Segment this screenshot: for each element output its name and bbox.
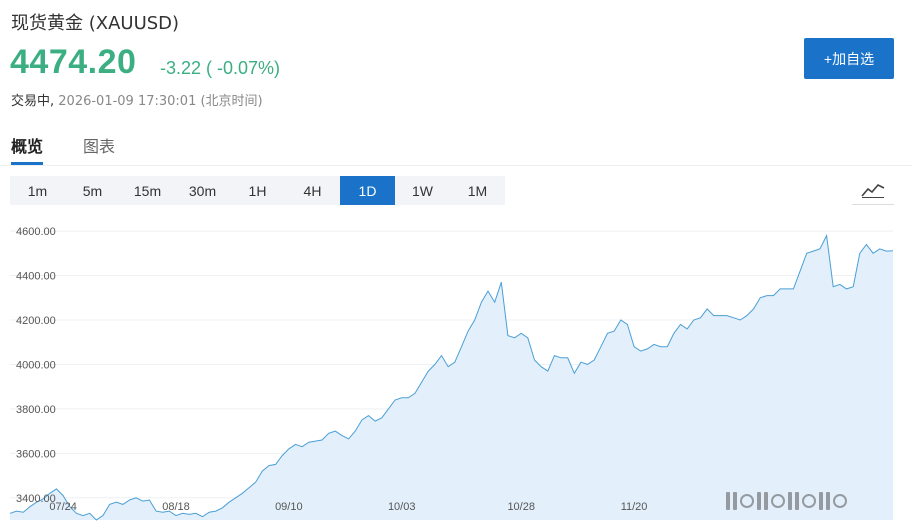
period-1m[interactable]: 1m: [10, 176, 65, 205]
period-4h[interactable]: 4H: [285, 176, 340, 205]
price-change: -3.22 ( -0.07%): [160, 58, 281, 78]
y-tick-label: 4400.00: [16, 271, 56, 283]
x-tick-label: 09/10: [275, 501, 303, 513]
trading-status: 交易中, 2026-01-09 17:30:01 (北京时间): [11, 90, 263, 109]
period-1d[interactable]: 1D: [340, 176, 395, 205]
status-label: 交易中,: [11, 94, 55, 109]
current-price: 4474.20: [10, 43, 137, 81]
instrument-title: 现货黄金 (XAUUSD): [11, 13, 180, 34]
tab-divider: [0, 165, 912, 166]
y-tick-label: 3600.00: [16, 448, 56, 460]
quote-timestamp: 2026-01-09 17:30:01 (北京时间): [58, 94, 263, 109]
period-15m[interactable]: 15m: [120, 176, 175, 205]
tab-overview[interactable]: 概览: [11, 133, 44, 165]
tab-chart[interactable]: 图表: [83, 133, 115, 165]
y-tick-label: 4600.00: [16, 226, 56, 238]
x-tick-label: 10/28: [507, 501, 535, 513]
y-tick-label: 3800.00: [16, 404, 56, 416]
price-chart[interactable]: 3400.003600.003800.004000.004200.004400.…: [0, 210, 912, 532]
chart-type-toggle[interactable]: [852, 176, 894, 205]
y-tick-label: 4000.00: [16, 359, 56, 371]
period-1mo[interactable]: 1M: [450, 176, 505, 205]
x-tick-label: 08/18: [162, 501, 190, 513]
period-1w[interactable]: 1W: [395, 176, 450, 205]
view-tabs: 概览 图表: [11, 133, 155, 165]
watermark-logo: [726, 492, 847, 510]
period-1h[interactable]: 1H: [230, 176, 285, 205]
x-tick-label: 11/20: [621, 501, 648, 513]
add-to-watchlist-button[interactable]: +加自选: [804, 38, 894, 79]
line-chart-icon: [861, 184, 885, 198]
period-30m[interactable]: 30m: [175, 176, 230, 205]
price-area-fill: [10, 235, 893, 520]
y-tick-label: 4200.00: [16, 315, 56, 327]
x-tick-label: 10/03: [388, 501, 416, 513]
period-selector: 1m 5m 15m 30m 1H 4H 1D 1W 1M: [10, 176, 505, 205]
x-tick-label: 07/24: [49, 501, 77, 513]
period-5m[interactable]: 5m: [65, 176, 120, 205]
y-axis-ticks: 3400.003600.003800.004000.004200.004400.…: [16, 226, 56, 505]
